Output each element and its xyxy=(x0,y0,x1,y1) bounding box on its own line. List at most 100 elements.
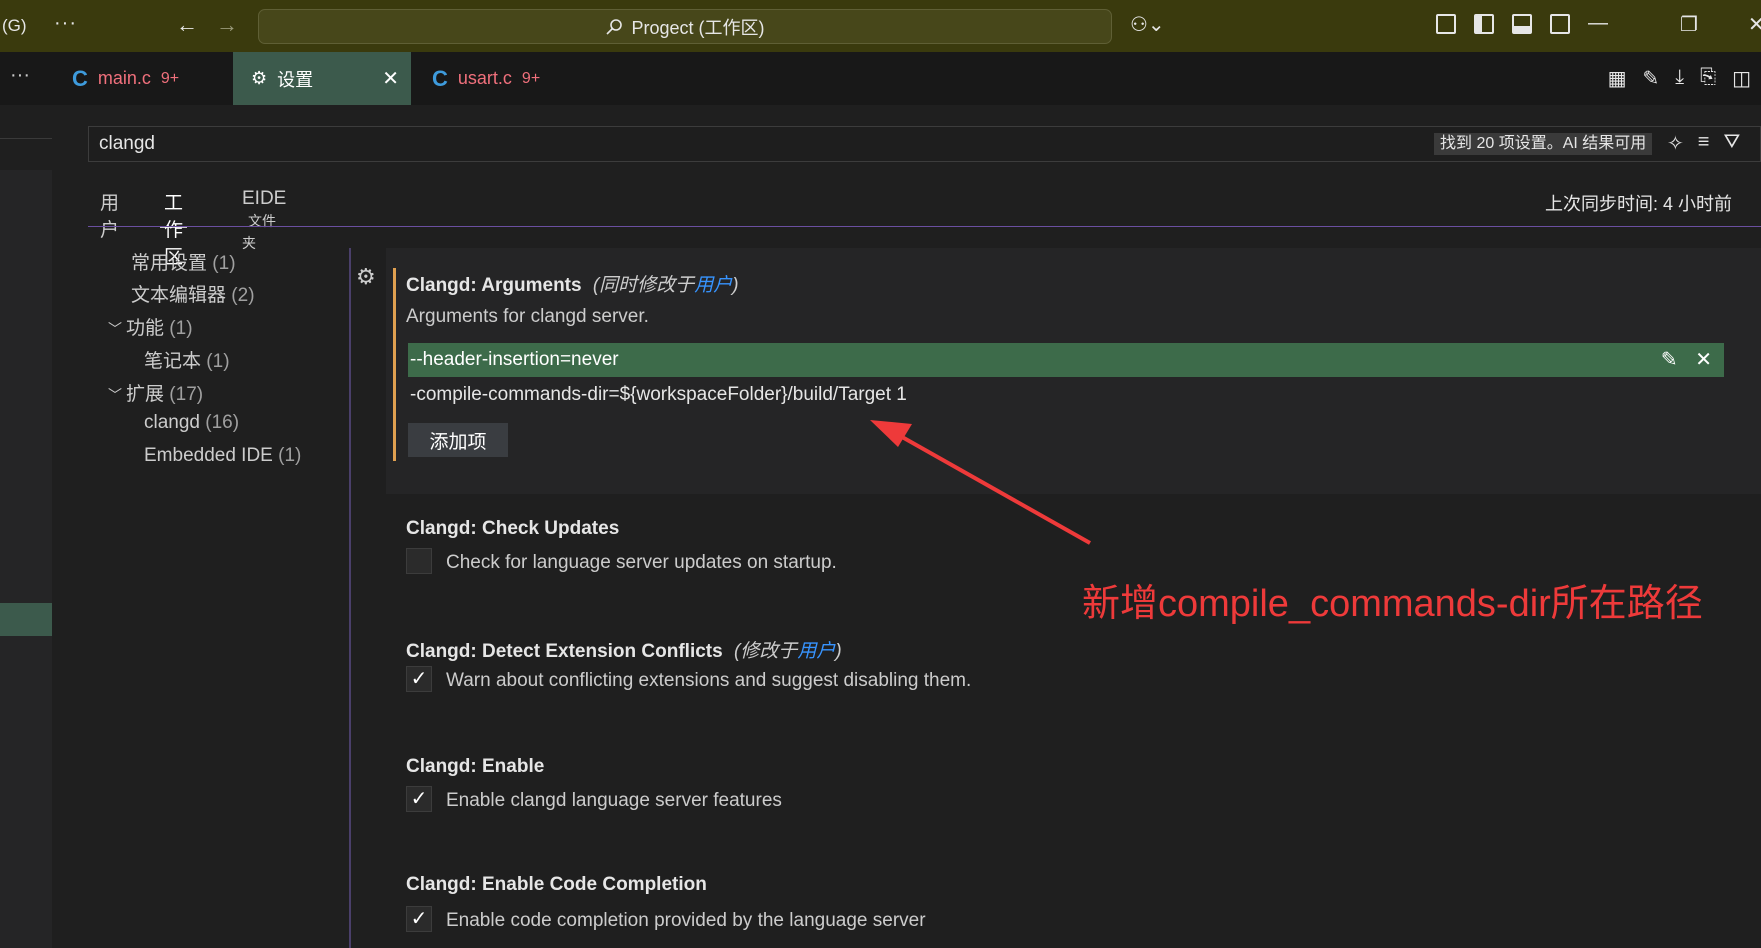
editor-tab-bar: ··· C main.c 9+ ⚙ 设置 ✕ C usart.c 9+ ▦ ✎ … xyxy=(0,52,1761,105)
minimize-button[interactable]: — xyxy=(1588,12,1608,35)
toc-count: (16) xyxy=(205,412,240,433)
toc-label: 常用设置 xyxy=(131,253,208,274)
toc-item-text-editor[interactable]: 文本编辑器 (2) xyxy=(131,280,255,307)
annotation-text: 新增compile_commands-dir所在路径 xyxy=(1082,583,1703,625)
tab-user[interactable]: 用户 xyxy=(100,188,119,241)
setting-desc-detect-conflicts: Warn about conflicting extensions and su… xyxy=(446,670,972,691)
toc-label: Embedded IDE xyxy=(144,445,273,466)
tab-label: main.c xyxy=(97,68,151,88)
modified-indicator xyxy=(393,268,396,461)
editor-actions: ▦ ✎ ⤓ ⎘ ◫ xyxy=(1608,66,1751,91)
toc-count: (1) xyxy=(212,253,236,274)
toc-item-notebook[interactable]: 笔记本 (1) xyxy=(144,346,230,373)
chevron-down-icon: ﹀ xyxy=(108,321,122,337)
title-bar: (G) ··· ← → Progect (工作区) ⚇⌄ — ❐ ✕ xyxy=(0,0,1761,52)
toc-count: (1) xyxy=(278,445,302,466)
menu-fragment[interactable]: (G) xyxy=(2,16,27,36)
setting-desc-enable: Enable clangd language server features xyxy=(446,790,782,811)
close-tab-icon[interactable]: ✕ xyxy=(382,66,399,91)
setting-title-arguments: Clangd: Arguments (同时修改于用户) xyxy=(406,270,739,297)
ai-sparkle-icon[interactable]: ✧ xyxy=(1667,131,1684,156)
download-icon[interactable]: ⤓ xyxy=(1675,66,1684,91)
forward-arrow-icon[interactable]: → xyxy=(216,12,238,38)
toc-count: (17) xyxy=(169,384,204,405)
remove-icon[interactable]: ✕ xyxy=(1695,349,1712,371)
toc-count: (1) xyxy=(169,318,193,339)
scope-divider xyxy=(88,226,1761,227)
argument-item[interactable]: -compile-commands-dir=${workspaceFolder}… xyxy=(410,384,907,406)
eide-sub-label: 文件夹 xyxy=(242,213,276,251)
tab-workspace[interactable]: 工作区 xyxy=(160,188,188,268)
clean-icon[interactable]: ✎ xyxy=(1642,66,1659,91)
left-sidebar-strip xyxy=(0,105,52,948)
setting-title-text: Clangd: Arguments xyxy=(406,275,582,296)
argument-value: --header-insertion=never xyxy=(410,349,619,370)
modified-note: (同时修改于用户) xyxy=(593,275,739,296)
modified-suffix: ) xyxy=(732,275,739,296)
toc-item-embedded-ide[interactable]: Embedded IDE (1) xyxy=(144,445,301,467)
c-file-icon: C xyxy=(72,65,88,91)
setting-desc-arguments: Arguments for clangd server. xyxy=(406,306,649,327)
close-window-button[interactable]: ✕ xyxy=(1748,12,1761,37)
enable-checkbox[interactable]: ✓ xyxy=(406,786,432,812)
last-sync-label: 上次同步时间: 4 小时前 xyxy=(1545,194,1733,214)
layout-controls xyxy=(1436,14,1570,34)
tab-settings[interactable]: ⚙ 设置 ✕ xyxy=(233,52,411,105)
tab-label: 设置 xyxy=(277,69,314,90)
filter-icon[interactable]: ⛛ xyxy=(1723,131,1740,156)
toc-item-clangd[interactable]: clangd (16) xyxy=(144,412,239,434)
modified-prefix: (同时修改于 xyxy=(592,275,695,296)
selected-sidebar-item[interactable] xyxy=(0,603,52,636)
toc-item-features[interactable]: ﹀ 功能 (1) xyxy=(108,313,193,340)
modified-user-link[interactable]: 用户 xyxy=(694,275,732,296)
back-arrow-icon[interactable]: ← xyxy=(176,12,198,38)
check-updates-checkbox[interactable] xyxy=(406,548,432,574)
open-changes-icon[interactable]: ⎘ xyxy=(1700,66,1716,91)
split-editor-icon[interactable]: ◫ xyxy=(1732,66,1751,91)
argument-item-actions: ✎ ✕ xyxy=(1661,343,1712,377)
customize-layout-icon[interactable] xyxy=(1436,14,1456,34)
code-completion-checkbox[interactable]: ✓ xyxy=(406,906,432,932)
clear-filter-icon[interactable]: ≡ xyxy=(1698,131,1710,156)
setting-desc-code-completion: Enable code completion provided by the l… xyxy=(446,910,926,931)
command-center-label: Progect (工作区) xyxy=(631,17,765,38)
command-center[interactable]: Progect (工作区) xyxy=(258,9,1112,44)
tab-usart-c[interactable]: C usart.c 9+ xyxy=(420,52,592,105)
add-item-button[interactable]: 添加项 xyxy=(408,423,508,457)
toc-label: 扩展 xyxy=(126,384,165,405)
toc-label: 文本编辑器 xyxy=(131,285,227,306)
copilot-icon[interactable]: ⚇⌄ xyxy=(1130,12,1165,37)
build-icon[interactable]: ▦ xyxy=(1608,66,1627,91)
settings-search-input[interactable] xyxy=(89,132,1401,156)
toc-item-common[interactable]: 常用设置 (1) xyxy=(131,248,236,275)
setting-title-code-completion: Clangd: Enable Code Completion xyxy=(406,874,707,895)
setting-gear-icon[interactable]: ⚙ xyxy=(356,264,376,290)
setting-title-enable: Clangd: Enable xyxy=(406,756,545,777)
setting-desc-check-updates: Check for language server updates on sta… xyxy=(446,552,837,573)
settings-search: 找到 20 项设置。AI 结果可用 ✧ ≡ ⛛ xyxy=(88,126,1761,162)
toc-label: 笔记本 xyxy=(144,351,202,372)
search-tools: ✧ ≡ ⛛ xyxy=(1667,131,1740,156)
modified-suffix: ) xyxy=(835,641,842,662)
more-tabs-icon[interactable]: ··· xyxy=(10,64,30,87)
eide-label: EIDE xyxy=(242,188,287,209)
tab-eide-folder[interactable]: EIDE 文件夹 xyxy=(242,188,287,251)
toggle-primary-sidebar-icon[interactable] xyxy=(1474,14,1494,34)
toggle-secondary-sidebar-icon[interactable] xyxy=(1550,14,1570,34)
c-file-icon: C xyxy=(432,65,448,91)
modified-user-link[interactable]: 用户 xyxy=(797,641,835,662)
search-icon xyxy=(606,18,623,35)
modified-note: (修改于用户) xyxy=(734,641,842,662)
toc-separator xyxy=(349,248,351,948)
toc-item-extensions[interactable]: ﹀ 扩展 (17) xyxy=(108,379,203,406)
problem-count: 9+ xyxy=(160,69,180,87)
argument-item-selected[interactable]: --header-insertion=never ✎ ✕ xyxy=(408,343,1724,377)
toggle-panel-icon[interactable] xyxy=(1512,14,1532,34)
restore-button[interactable]: ❐ xyxy=(1680,12,1698,37)
tab-main-c[interactable]: C main.c 9+ xyxy=(60,52,232,105)
detect-conflicts-checkbox[interactable]: ✓ xyxy=(406,666,432,692)
toc-count: (1) xyxy=(206,351,230,372)
edit-icon[interactable]: ✎ xyxy=(1661,349,1678,371)
more-menu-icon[interactable]: ··· xyxy=(54,12,77,35)
toc-label: clangd xyxy=(144,412,200,433)
